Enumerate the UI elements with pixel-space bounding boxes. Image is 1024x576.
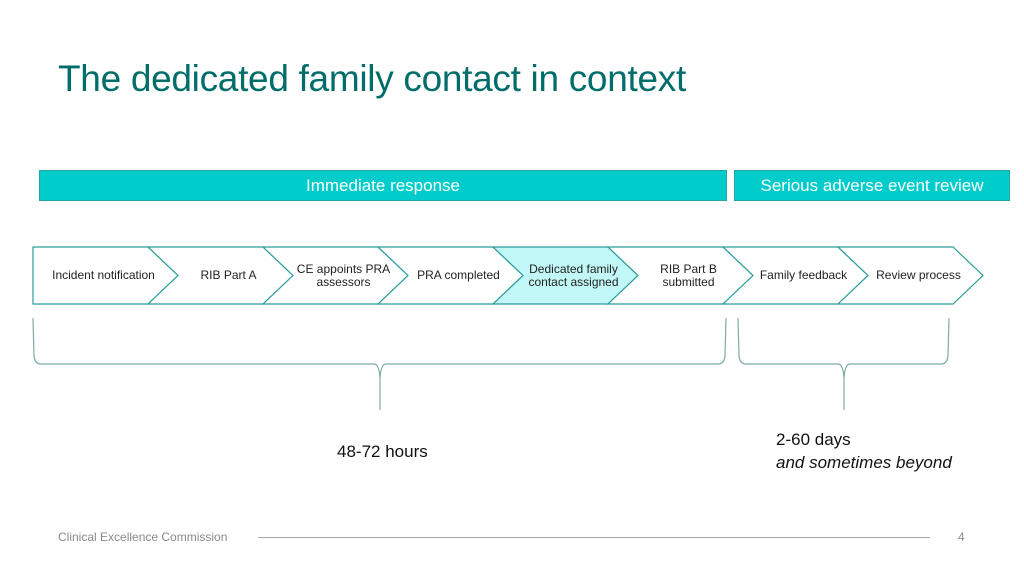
- brace-review: [737, 317, 950, 410]
- chevron-step-label: Family feedback: [759, 268, 848, 282]
- brace-immediate-response: [32, 317, 727, 410]
- chevron-step-label: Incident notification: [52, 268, 155, 282]
- chevron-step-label: RIB Part A: [200, 268, 257, 282]
- chevron-step-label: PRA completed: [417, 268, 500, 282]
- page-number: 4: [958, 530, 965, 544]
- duration-review-range: 2-60 days: [776, 430, 851, 449]
- chevron-step-label: RIB Part B submitted: [660, 261, 717, 289]
- braces: [32, 317, 950, 410]
- chevron-step-label: CE appoints PRA assessors: [296, 261, 391, 289]
- chevron-step-label: Review process: [876, 268, 961, 282]
- duration-review-note: and sometimes beyond: [776, 453, 952, 472]
- duration-immediate: 48-72 hours: [337, 442, 428, 461]
- duration-review: 2-60 days and sometimes beyond: [776, 428, 952, 474]
- chevron-step-label: Dedicated family contact assigned: [528, 261, 619, 289]
- footer-divider: [258, 537, 930, 538]
- footer-organisation: Clinical Excellence Commission: [58, 530, 228, 544]
